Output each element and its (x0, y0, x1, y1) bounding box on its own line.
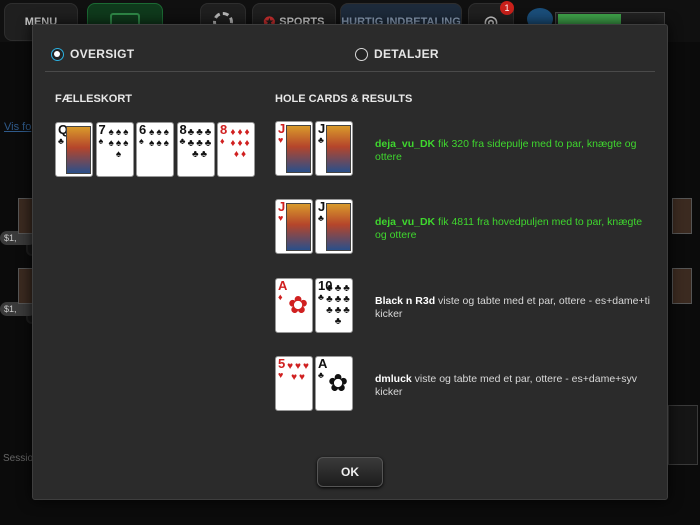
ace-emblem-icon: ✿ (287, 292, 309, 319)
playing-card: 8 ♣ ♣♣♣♣♣♣♣♣ (176, 122, 215, 177)
hole-cards-title: HOLE CARDS & RESULTS (275, 93, 413, 105)
seat-chip-label: $1, (0, 302, 36, 316)
player-avatar (672, 268, 692, 304)
card-suit-icon: ♣ (318, 135, 324, 145)
playing-card: A ♣ ✿ (315, 356, 353, 411)
card-rank: 6 (139, 122, 147, 137)
board-title: FÆLLESKORT (55, 93, 132, 105)
card-rank: 7 (98, 122, 106, 137)
show-link[interactable]: Vis fo (4, 121, 31, 133)
result-text: deja_vu_DK fik 320 fra sidepulje med to … (375, 138, 655, 164)
card-pips: ♣♣♣♣♣♣♣♣♣♣ (326, 283, 352, 327)
playing-card: J ♥ (275, 121, 313, 176)
radio-unselected-icon (355, 47, 368, 61)
playing-card: 10 ♣ ♣♣♣♣♣♣♣♣♣♣ (315, 278, 353, 333)
result-text: Black n R3d viste og tabte med et par, o… (375, 295, 655, 321)
ok-button[interactable]: OK (317, 457, 383, 487)
card-suit-icon: ♥ (278, 135, 284, 145)
card-rank: J (318, 199, 326, 214)
tab-label: OVERSIGT (70, 47, 135, 61)
card-suit-icon: ♠ (98, 136, 104, 146)
card-pips: ♠♠♠♠♠♠♠ (108, 127, 131, 160)
card-rank: J (318, 121, 326, 136)
face-card-art (326, 203, 351, 251)
card-suit-icon: ♠ (139, 136, 144, 146)
face-card-art (326, 125, 351, 173)
card-rank: J (278, 199, 286, 214)
card-suit-icon: ♣ (318, 213, 324, 223)
divider (45, 71, 655, 72)
tab-bar: OVERSIGT DETALJER (33, 25, 669, 73)
player-name: deja_vu_DK (375, 216, 436, 228)
card-suit-icon: ♦ (278, 292, 283, 302)
tab-label: DETALJER (374, 47, 439, 61)
card-suit-icon: ♦ (220, 136, 225, 146)
result-text: dmluck viste og tabte med et par, ottere… (375, 373, 655, 399)
face-card-art (286, 125, 311, 173)
card-rank: 8 (220, 122, 228, 137)
card-suit-icon: ♥ (278, 213, 284, 223)
card-rank: 8 (179, 122, 187, 137)
playing-card: 8 ♦ ♦♦♦♦♦♦♦♦ (217, 122, 255, 177)
session-label: Sessio (3, 453, 34, 464)
tab-details[interactable]: DETALJER (355, 47, 439, 61)
ace-emblem-icon: ✿ (327, 370, 349, 397)
card-pips: ♣♣♣♣♣♣♣♣ (187, 127, 214, 160)
result-description: viste og tabte med et par, ottere - es+d… (375, 373, 638, 398)
notification-badge: 1 (500, 1, 514, 15)
playing-card: J ♣ (315, 121, 353, 176)
playing-card: 6 ♠ ♠♠♠♠♠♠ (136, 122, 174, 177)
face-card-art (66, 126, 91, 174)
playing-card: 7 ♠ ♠♠♠♠♠♠♠ (95, 122, 134, 177)
radio-selected-icon (51, 47, 64, 61)
card-pips: ♥♥♥♥♥ (287, 361, 311, 383)
player-name: deja_vu_DK (375, 138, 436, 150)
card-rank: 5 (278, 356, 286, 371)
card-rank: J (278, 121, 286, 136)
player-name: dmluck (375, 373, 412, 385)
playing-card: J ♥ (275, 199, 313, 254)
card-suit-icon: ♣ (179, 136, 186, 146)
player-name: Black n R3d (375, 295, 436, 307)
player-avatar (672, 198, 692, 234)
face-card-art (286, 203, 311, 251)
playing-card: 5 ♥ ♥♥♥♥♥ (275, 356, 313, 411)
playing-card: A ♦ ✿ (275, 278, 313, 333)
playing-card: J ♣ (315, 199, 353, 254)
hand-summary-dialog: OVERSIGT DETALJER FÆLLESKORT HOLE CARDS … (32, 24, 668, 500)
progress-bar-fill (558, 14, 621, 24)
card-pips: ♦♦♦♦♦♦♦♦ (230, 127, 252, 160)
result-text: deja_vu_DK fik 4811 fra hovedpuljen med … (375, 216, 655, 242)
tab-overview[interactable]: OVERSIGT (51, 47, 134, 61)
side-panel (668, 405, 698, 465)
card-suit-icon: ♣ (58, 136, 64, 146)
card-pips: ♠♠♠♠♠♠ (149, 127, 171, 149)
card-suit-icon: ♣ (318, 292, 324, 302)
card-suit-icon: ♥ (278, 370, 284, 380)
playing-card: Q ♣ (55, 122, 93, 177)
